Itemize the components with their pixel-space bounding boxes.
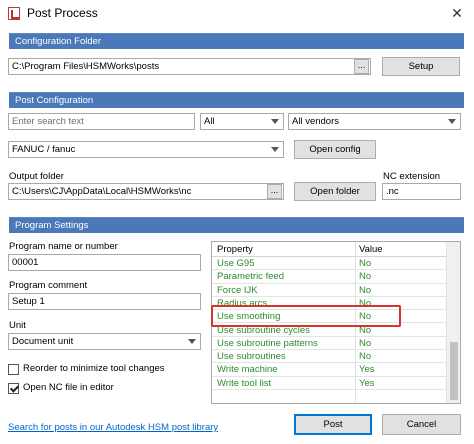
chevron-down-icon xyxy=(271,119,279,124)
reorder-label: Reorder to minimize tool changes xyxy=(23,363,165,374)
open-nc-label: Open NC file in editor xyxy=(23,382,114,393)
program-comment-label: Program comment xyxy=(9,280,88,291)
program-comment-field[interactable]: Setup 1 xyxy=(8,293,201,310)
post-select-value: FANUC / fanuc xyxy=(12,144,76,155)
app-icon xyxy=(8,7,20,20)
property-name: Use subroutines xyxy=(217,351,286,363)
program-name-label: Program name or number xyxy=(9,241,118,252)
property-value[interactable]: Yes xyxy=(359,378,375,389)
property-row[interactable]: Force IJK No xyxy=(212,284,447,297)
program-name-field[interactable]: 00001 xyxy=(8,254,201,271)
property-row[interactable]: Use subroutines No xyxy=(212,350,447,364)
property-row[interactable]: Use G95 No xyxy=(212,257,447,271)
close-icon[interactable]: ✕ xyxy=(448,4,466,22)
post-config-header: Post Configuration xyxy=(9,92,464,108)
search-input[interactable]: Enter search text xyxy=(8,113,195,130)
config-folder-path-field[interactable]: C:\Program Files\HSMWorks\posts ... xyxy=(8,58,371,75)
open-nc-checkbox[interactable] xyxy=(8,383,19,394)
unit-select-value: Document unit xyxy=(12,336,74,347)
chevron-down-icon xyxy=(188,339,196,344)
highlight-box xyxy=(211,305,401,327)
post-library-link[interactable]: Search for posts in our Autodesk HSM pos… xyxy=(8,422,218,433)
vendor-select[interactable]: All vendors xyxy=(288,113,461,130)
property-name: Use G95 xyxy=(217,258,255,269)
open-folder-button[interactable]: Open folder xyxy=(294,182,376,201)
chevron-down-icon xyxy=(448,119,456,124)
property-row[interactable]: Parametric feed No xyxy=(212,270,447,284)
property-row[interactable]: Use subroutine patterns No xyxy=(212,337,447,351)
filter-select-value: All xyxy=(204,116,215,127)
config-folder-header: Configuration Folder xyxy=(9,33,464,49)
output-folder-label: Output folder xyxy=(9,171,64,182)
post-button[interactable]: Post xyxy=(294,414,372,435)
cancel-button[interactable]: Cancel xyxy=(382,414,461,435)
title-bar: Post Process ✕ xyxy=(0,0,474,28)
post-select[interactable]: FANUC / fanuc xyxy=(8,141,284,158)
property-value[interactable]: Yes xyxy=(359,364,375,375)
grid-scrollbar[interactable] xyxy=(446,242,460,403)
property-name: Use subroutine patterns xyxy=(217,337,318,349)
setup-button[interactable]: Setup xyxy=(382,57,460,76)
vendor-select-value: All vendors xyxy=(292,116,339,127)
property-grid-header: Property Value xyxy=(212,242,447,257)
value-column-header[interactable]: Value xyxy=(359,244,383,255)
reorder-checkbox[interactable] xyxy=(8,364,19,375)
output-folder-path: C:\Users\CJ\AppData\Local\HSMWorks\nc xyxy=(12,186,192,197)
property-value[interactable]: No xyxy=(359,258,371,269)
property-row[interactable]: Write tool list Yes xyxy=(212,377,447,390)
property-name: Write tool list xyxy=(217,377,272,389)
property-column-header[interactable]: Property xyxy=(217,244,253,255)
property-value[interactable]: No xyxy=(359,338,371,349)
config-folder-path: C:\Program Files\HSMWorks\posts xyxy=(12,61,160,72)
scrollbar-thumb[interactable] xyxy=(450,342,458,400)
program-settings-header: Program Settings xyxy=(9,217,464,233)
filter-select[interactable]: All xyxy=(200,113,284,130)
nc-extension-field[interactable]: .nc xyxy=(382,183,461,200)
property-value[interactable]: No xyxy=(359,285,371,296)
property-name: Parametric feed xyxy=(217,271,285,283)
property-name: Force IJK xyxy=(217,284,258,296)
property-value[interactable]: No xyxy=(359,351,371,362)
output-folder-field[interactable]: C:\Users\CJ\AppData\Local\HSMWorks\nc ..… xyxy=(8,183,284,200)
unit-select[interactable]: Document unit xyxy=(8,333,201,350)
property-value[interactable]: No xyxy=(359,271,371,282)
property-name: Write machine xyxy=(217,364,278,376)
output-browse-button[interactable]: ... xyxy=(267,184,282,199)
chevron-down-icon xyxy=(271,147,279,152)
open-config-button[interactable]: Open config xyxy=(294,140,376,159)
config-browse-button[interactable]: ... xyxy=(354,59,369,74)
unit-label: Unit xyxy=(9,320,26,331)
nc-extension-label: NC extension xyxy=(383,171,441,182)
property-row[interactable]: Write machine Yes xyxy=(212,363,447,377)
window-title: Post Process xyxy=(27,6,98,20)
